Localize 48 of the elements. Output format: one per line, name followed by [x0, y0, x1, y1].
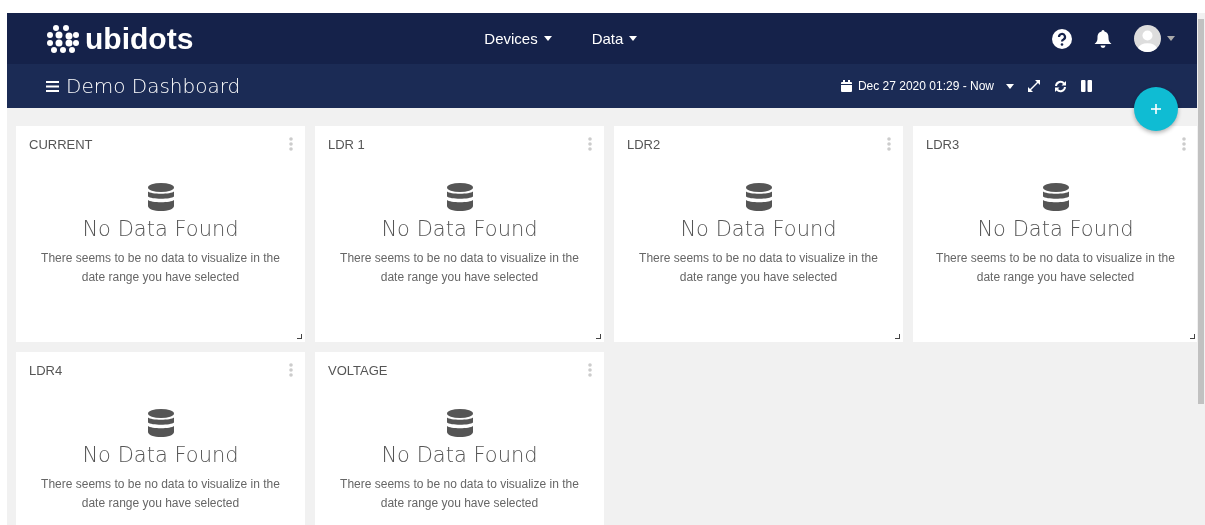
bell-icon[interactable]	[1094, 28, 1112, 49]
caret-icon	[543, 36, 552, 41]
plus-icon	[1151, 104, 1161, 114]
empty-state-text: There seems to be no data to visualize in the date range you have selected	[339, 250, 580, 286]
database-icon	[147, 183, 174, 211]
expand-icon[interactable]	[1028, 80, 1040, 92]
scrollbar-thumb[interactable]	[1198, 19, 1204, 404]
widget-title: LDR 1	[328, 136, 365, 152]
empty-state-text: There seems to be no data to visualize in the date range you have selected	[638, 250, 879, 286]
widget-title: LDR3	[926, 136, 960, 152]
date-range-picker[interactable]: Dec 27 2020 01:29 - Now	[840, 79, 1014, 93]
resize-handle-icon[interactable]	[895, 334, 900, 339]
database-icon	[745, 183, 772, 211]
empty-state-heading: No Data Found	[680, 217, 837, 241]
database-icon	[446, 409, 473, 437]
refresh-icon[interactable]	[1054, 79, 1067, 93]
resize-handle-icon[interactable]	[297, 334, 302, 339]
widget-title: VOLTAGE	[328, 362, 388, 378]
nav-menu[interactable]: Devices	[484, 30, 552, 47]
help-icon[interactable]	[1052, 28, 1072, 49]
empty-state-heading: No Data Found	[381, 217, 538, 241]
caret-icon	[1167, 36, 1175, 41]
calendar-icon	[840, 80, 852, 92]
brand-name: ubidots	[85, 21, 194, 56]
database-icon	[147, 409, 174, 437]
resize-handle-icon[interactable]	[1190, 334, 1195, 339]
empty-state-heading: No Data Found	[977, 217, 1134, 241]
empty-state-heading: No Data Found	[82, 217, 239, 241]
empty-state-heading: No Data Found	[82, 443, 239, 467]
caret-icon	[629, 36, 638, 41]
empty-state-text: There seems to be no data to visualize in the date range you have selected	[339, 476, 580, 512]
empty-state-text: There seems to be no data to visualize in the date range you have selected	[40, 476, 281, 512]
resize-handle-icon[interactable]	[596, 334, 601, 339]
nav-menu[interactable]: Data	[591, 30, 638, 47]
dots-logo-icon	[46, 23, 80, 54]
widget-title: LDR2	[627, 136, 661, 152]
widget-title: CURRENT	[29, 136, 93, 152]
empty-state-heading: No Data Found	[381, 443, 538, 467]
database-icon	[1042, 183, 1069, 211]
database-icon	[446, 183, 473, 211]
menu-icon[interactable]	[46, 80, 59, 92]
columns-icon[interactable]	[1081, 80, 1092, 92]
empty-state-text: There seems to be no data to visualize in the date range you have selected	[935, 250, 1176, 286]
widget-title: LDR4	[29, 362, 63, 378]
caret-icon	[1006, 83, 1014, 89]
empty-state-text: There seems to be no data to visualize in the date range you have selected	[40, 250, 281, 286]
dashboard-title: Demo Dashboard	[66, 74, 241, 98]
avatar-icon[interactable]	[1134, 25, 1161, 52]
